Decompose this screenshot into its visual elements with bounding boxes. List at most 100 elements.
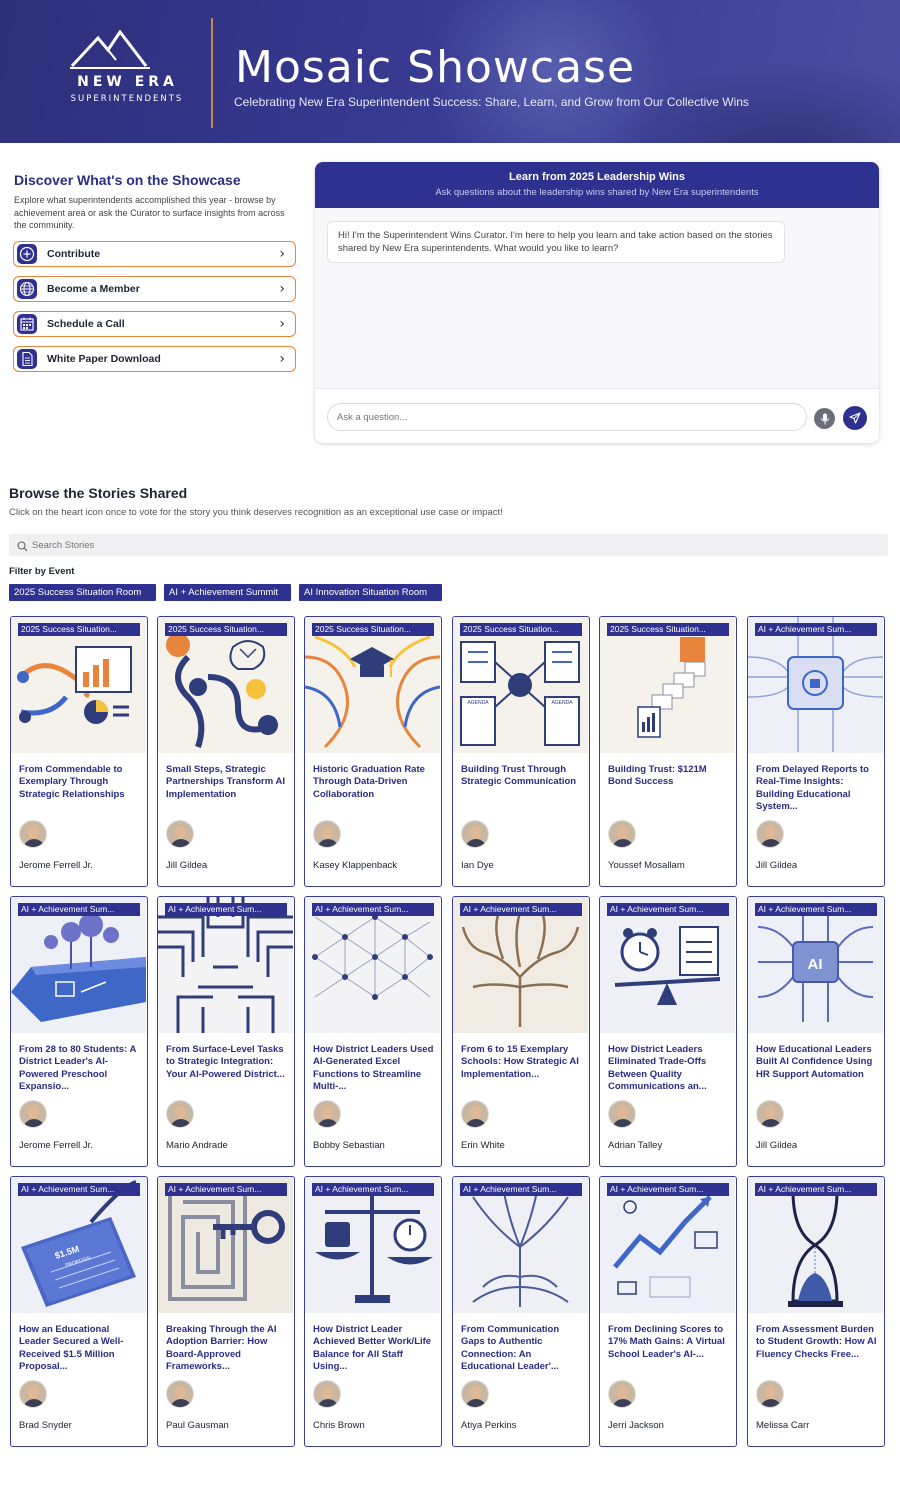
- browse-description: Click on the heart icon once to vote for…: [9, 507, 503, 518]
- story-title[interactable]: From Declining Scores to 17% Math Gains:…: [608, 1324, 730, 1374]
- filter-chip-success-situation-room[interactable]: 2025 Success Situation Room: [9, 584, 156, 601]
- search-icon: [17, 539, 28, 557]
- story-author: Jerome Ferrell Jr.: [19, 860, 93, 871]
- globe-icon: [17, 279, 37, 299]
- contribute-button[interactable]: Contribute ›: [13, 241, 296, 267]
- story-thumbnail: [158, 617, 293, 753]
- send-icon[interactable]: [843, 406, 867, 430]
- story-title[interactable]: From Commendable to Exemplary Through St…: [19, 764, 141, 814]
- story-thumbnail: [453, 1177, 588, 1313]
- avatar: [461, 1100, 489, 1128]
- story-thumbnail: [600, 1177, 735, 1313]
- chat-title: Learn from 2025 Leadership Wins: [509, 171, 685, 183]
- chevron-right-icon: ›: [279, 281, 285, 297]
- filter-label: Filter by Event: [9, 566, 75, 577]
- story-title[interactable]: How an Educational Leader Secured a Well…: [19, 1324, 141, 1374]
- become-member-button[interactable]: Become a Member ›: [13, 276, 296, 302]
- story-title[interactable]: From Surface-Level Tasks to Strategic In…: [166, 1044, 288, 1094]
- story-author: Jill Gildea: [756, 1140, 798, 1151]
- story-card[interactable]: AGENDA AGENDA 2025 Success Situation... Bui…: [452, 616, 590, 887]
- story-title[interactable]: From 6 to 15 Exemplary Schools: How Stra…: [461, 1044, 583, 1094]
- story-search-bar: [9, 534, 888, 556]
- story-thumbnail: [305, 1177, 440, 1313]
- event-tag: AI + Achievement Sum...: [312, 903, 434, 916]
- filter-chip-ai-achievement-summit[interactable]: AI + Achievement Summit: [164, 584, 291, 601]
- story-card[interactable]: $1.5M PROPOSAL AI + Achievement Sum... How …: [10, 1176, 148, 1447]
- header-divider: [211, 18, 213, 128]
- story-card[interactable]: AI + Achievement Sum... How District Lead…: [304, 1176, 442, 1447]
- filter-chip-ai-innovation-situation-room[interactable]: AI Innovation Situation Room: [299, 584, 442, 601]
- story-search-input[interactable]: [32, 534, 872, 556]
- story-title[interactable]: How Educational Leaders Built AI Confide…: [756, 1044, 878, 1094]
- story-thumbnail: [305, 897, 440, 1033]
- story-card[interactable]: AI + Achievement Sum... How District Lead…: [599, 896, 737, 1167]
- event-tag: AI + Achievement Sum...: [607, 1183, 729, 1196]
- story-card[interactable]: AI + Achievement Sum... How District Lead…: [304, 896, 442, 1167]
- story-author: Chris Brown: [313, 1420, 365, 1431]
- plus-circle-icon: [17, 244, 37, 264]
- event-tag: 2025 Success Situation...: [607, 623, 729, 636]
- white-paper-button[interactable]: White Paper Download ›: [13, 346, 296, 372]
- story-card[interactable]: AI + Achievement Sum... From Surface-Leve…: [157, 896, 295, 1167]
- event-tag: AI + Achievement Sum...: [18, 1183, 140, 1196]
- story-title[interactable]: How District Leaders Used AI-Generated E…: [313, 1044, 435, 1094]
- event-tag: AI + Achievement Sum...: [460, 1183, 582, 1196]
- story-title[interactable]: From Assessment Burden to Student Growth…: [756, 1324, 878, 1374]
- story-author: Jill Gildea: [166, 860, 208, 871]
- story-card[interactable]: 2025 Success Situation... Building Trust:…: [599, 616, 737, 887]
- event-tag: AI + Achievement Sum...: [460, 903, 582, 916]
- story-title[interactable]: Building Trust Through Strategic Communi…: [461, 764, 583, 814]
- story-thumbnail: [11, 617, 146, 753]
- story-title[interactable]: Breaking Through the AI Adoption Barrier…: [166, 1324, 288, 1374]
- avatar: [608, 1380, 636, 1408]
- story-card[interactable]: AI + Achievement Sum... From Communicatio…: [452, 1176, 590, 1447]
- story-title[interactable]: Building Trust: $121M Bond Success: [608, 764, 730, 814]
- story-title[interactable]: Small Steps, Strategic Partnerships Tran…: [166, 764, 288, 814]
- thumb-label: AGENDA: [551, 700, 573, 706]
- story-title[interactable]: How District Leaders Eliminated Trade-Of…: [608, 1044, 730, 1094]
- story-card[interactable]: 2025 Success Situation... Small Steps, St…: [157, 616, 295, 887]
- chevron-right-icon: ›: [279, 351, 285, 367]
- become-member-label: Become a Member: [47, 283, 140, 295]
- chat-header: Learn from 2025 Leadership Wins Ask ques…: [315, 162, 879, 208]
- avatar: [608, 1100, 636, 1128]
- story-card[interactable]: AI + Achievement Sum... From 6 to 15 Exem…: [452, 896, 590, 1167]
- story-card[interactable]: AI AI + Achievement Sum... How Educational…: [747, 896, 885, 1167]
- story-author: Kasey Klappenback: [313, 860, 397, 871]
- new-era-logo[interactable]: NEW ERA SUPERINTENDENTS: [70, 30, 185, 110]
- event-tag: 2025 Success Situation...: [460, 623, 582, 636]
- chat-question-input[interactable]: [327, 403, 807, 431]
- story-thumbnail: [748, 617, 883, 753]
- chat-message-area[interactable]: Hi! I'm the Superintendent Wins Curator.…: [315, 208, 879, 388]
- schedule-call-label: Schedule a Call: [47, 318, 125, 330]
- event-tag: 2025 Success Situation...: [165, 623, 287, 636]
- story-card[interactable]: AI + Achievement Sum... From Delayed Repo…: [747, 616, 885, 887]
- microphone-icon[interactable]: [814, 408, 835, 429]
- story-card[interactable]: AI + Achievement Sum... Breaking Through …: [157, 1176, 295, 1447]
- discover-title: Discover What's on the Showcase: [14, 172, 241, 188]
- story-card[interactable]: AI + Achievement Sum... From 28 to 80 Stu…: [10, 896, 148, 1167]
- curator-greeting-message: Hi! I'm the Superintendent Wins Curator.…: [327, 221, 785, 263]
- story-author: Melissa Carr: [756, 1420, 810, 1431]
- avatar: [19, 1380, 47, 1408]
- event-tag: AI + Achievement Sum...: [755, 623, 877, 636]
- story-author: Erin White: [461, 1140, 505, 1151]
- event-tag: AI + Achievement Sum...: [607, 903, 729, 916]
- story-card[interactable]: 2025 Success Situation... From Commendabl…: [10, 616, 148, 887]
- story-title[interactable]: From Communication Gaps to Authentic Con…: [461, 1324, 583, 1374]
- event-tag: AI + Achievement Sum...: [755, 903, 877, 916]
- story-title[interactable]: From Delayed Reports to Real-Time Insigh…: [756, 764, 878, 814]
- story-thumbnail: [11, 897, 146, 1033]
- story-card[interactable]: AI + Achievement Sum... From Declining Sc…: [599, 1176, 737, 1447]
- story-card[interactable]: AI + Achievement Sum... From Assessment B…: [747, 1176, 885, 1447]
- avatar: [166, 820, 194, 848]
- story-card[interactable]: 2025 Success Situation... Historic Gradua…: [304, 616, 442, 887]
- story-title[interactable]: How District Leader Achieved Better Work…: [313, 1324, 435, 1374]
- event-tag: 2025 Success Situation...: [312, 623, 434, 636]
- event-tag: AI + Achievement Sum...: [18, 903, 140, 916]
- story-title[interactable]: From 28 to 80 Students: A District Leade…: [19, 1044, 141, 1094]
- story-title[interactable]: Historic Graduation Rate Through Data-Dr…: [313, 764, 435, 814]
- avatar: [166, 1380, 194, 1408]
- schedule-call-button[interactable]: Schedule a Call ›: [13, 311, 296, 337]
- avatar: [19, 1100, 47, 1128]
